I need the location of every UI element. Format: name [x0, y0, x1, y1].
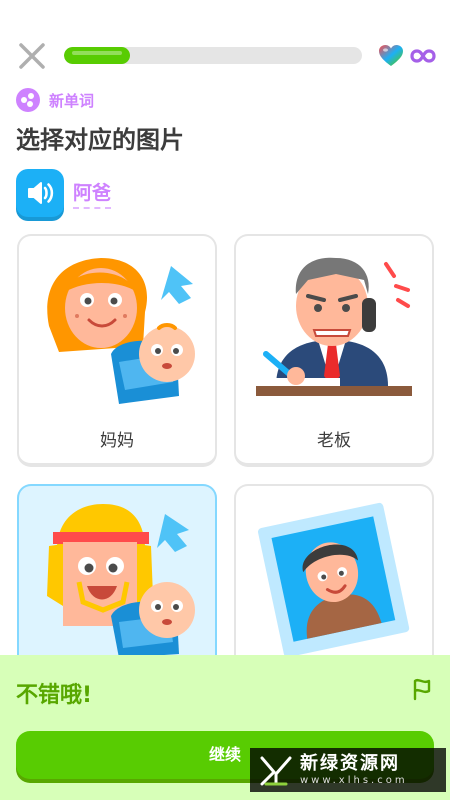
top-bar [0, 30, 450, 82]
speaker-icon [28, 182, 54, 204]
watermark-title: 新绿资源网 [300, 753, 400, 774]
report-flag-icon[interactable] [410, 677, 434, 701]
watermark-logo-icon [260, 756, 292, 786]
option-label: 妈妈 [100, 431, 134, 451]
option-card-mom[interactable]: 妈妈 [17, 234, 217, 467]
new-word-tag: 新单词 [16, 88, 94, 112]
boss-on-phone-illustration [256, 257, 412, 396]
gem-heart-icon [379, 45, 403, 66]
portrait-photo-illustration [258, 502, 410, 658]
option-label: 老板 [317, 431, 351, 451]
infinity-icon [410, 49, 436, 63]
option-card-boss[interactable]: 老板 [234, 234, 434, 467]
lesson-progress-fill [64, 47, 130, 64]
feedback-message: 不错哦! [16, 683, 93, 708]
lesson-progress-bar [64, 47, 362, 64]
sparkle-icon [16, 88, 40, 112]
watermark: 新绿资源网 www.xlhs.com [250, 748, 446, 792]
watermark-url: www.xlhs.com [300, 775, 408, 786]
new-word-label: 新单词 [49, 91, 95, 110]
close-icon [19, 43, 45, 69]
mom-with-baby-illustration [47, 258, 195, 404]
prompt-word[interactable]: 阿爸 [73, 178, 112, 209]
challenge-title: 选择对应的图片 [16, 126, 184, 154]
close-button[interactable] [14, 38, 50, 74]
play-audio-button[interactable] [16, 169, 64, 217]
dad-with-baby-illustration [47, 504, 195, 658]
